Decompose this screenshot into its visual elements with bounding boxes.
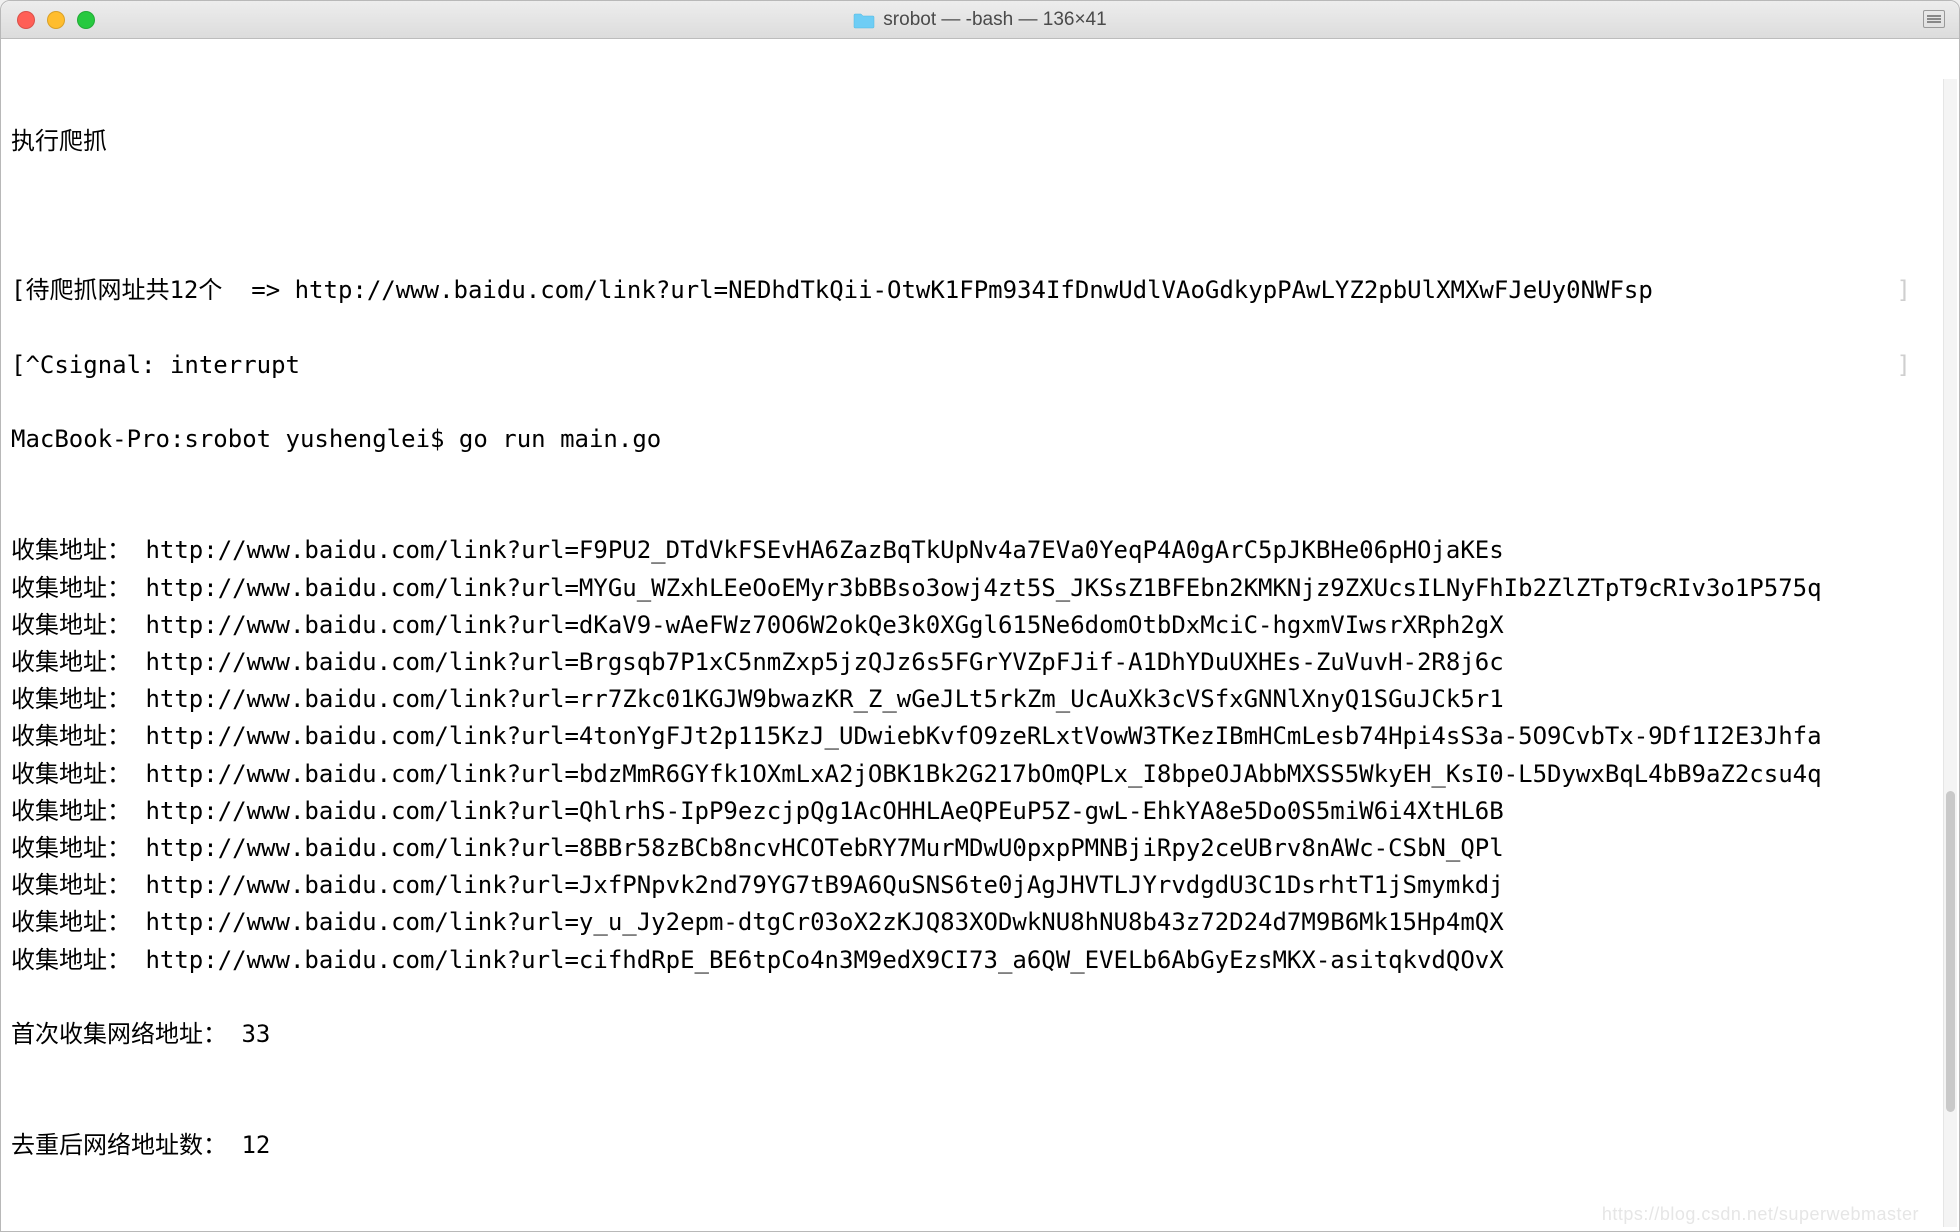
output-line: MacBook-Pro:srobot yushenglei$ go run ma… — [11, 421, 1931, 458]
output-line: 收集地址： http://www.baidu.com/link?url=bdzM… — [11, 756, 1931, 793]
output-line: 收集地址： http://www.baidu.com/link?url=Brgs… — [11, 644, 1931, 681]
output-line: 收集地址： http://www.baidu.com/link?url=Qhlr… — [11, 793, 1931, 830]
output-line: 去重后网络地址数： 12 — [11, 1127, 1931, 1164]
minimize-icon[interactable] — [47, 11, 65, 29]
window-title-wrap: srobot — -bash — 136×41 — [1, 9, 1959, 31]
output-line: 收集地址： http://www.baidu.com/link?url=4ton… — [11, 718, 1931, 755]
output-line: 收集地址： http://www.baidu.com/link?url=MYGu… — [11, 570, 1931, 607]
output-line: 首次收集网络地址： 33 — [11, 1016, 1931, 1053]
titlebar[interactable]: srobot — -bash — 136×41 — [1, 1, 1959, 39]
output-line: 收集地址： http://www.baidu.com/link?url=F9PU… — [11, 532, 1931, 569]
output-line: 收集地址： http://www.baidu.com/link?url=rr7Z… — [11, 681, 1931, 718]
traffic-lights — [17, 11, 95, 29]
hamburger-icon[interactable] — [1923, 10, 1945, 28]
output-line: [^Csignal: interrupt] — [11, 347, 1931, 384]
terminal-output: 执行爬抓 [待爬抓网址共12个 => http://www.baidu.com/… — [1, 39, 1941, 1231]
terminal-body[interactable]: 执行爬抓 [待爬抓网址共12个 => http://www.baidu.com/… — [1, 39, 1959, 1231]
output-line: 收集地址： http://www.baidu.com/link?url=cifh… — [11, 942, 1931, 979]
output-line: 执行爬抓 — [11, 123, 1931, 160]
terminal-window: srobot — -bash — 136×41 执行爬抓 [待爬抓网址共12个 … — [0, 0, 1960, 1232]
folder-icon — [853, 11, 875, 29]
window-title: srobot — -bash — 136×41 — [883, 9, 1106, 31]
close-icon[interactable] — [17, 11, 35, 29]
maximize-icon[interactable] — [77, 11, 95, 29]
output-line: 收集地址： http://www.baidu.com/link?url=8BBr… — [11, 830, 1931, 867]
output-line: 收集地址： http://www.baidu.com/link?url=JxfP… — [11, 867, 1931, 904]
scrollbar[interactable] — [1943, 79, 1957, 1227]
scrollbar-thumb[interactable] — [1946, 791, 1955, 1112]
output-line: [待爬抓网址共12个 => http://www.baidu.com/link?… — [11, 272, 1931, 309]
output-line: 收集地址： http://www.baidu.com/link?url=y_u_… — [11, 904, 1931, 941]
output-line: 收集地址： http://www.baidu.com/link?url=dKaV… — [11, 607, 1931, 644]
